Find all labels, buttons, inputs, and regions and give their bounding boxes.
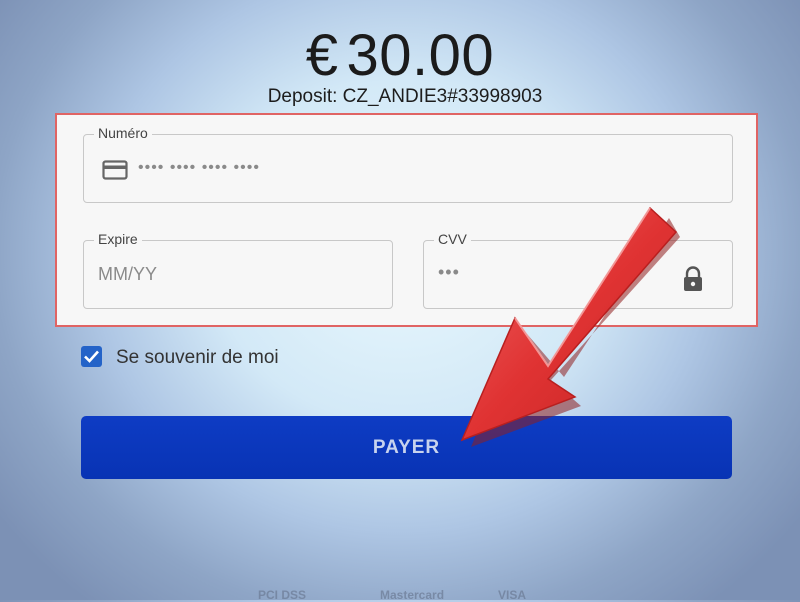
card-number-label: Numéro (94, 125, 152, 141)
cvv-field[interactable]: CVV ••• (423, 231, 733, 309)
card-form-highlight: Numéro •••• •••• •••• •••• Expire MM/YY … (55, 113, 758, 327)
card-number-field[interactable]: Numéro •••• •••• •••• •••• (83, 125, 733, 203)
expiry-input[interactable]: MM/YY (98, 264, 157, 285)
credit-card-icon (102, 159, 128, 186)
payment-badges: PCI DSS Mastercard VISA (250, 582, 550, 602)
amount-value: 30.00 (346, 23, 495, 88)
deposit-reference: Deposit: CZ_ANDIE3#33998903 (267, 86, 543, 107)
expiry-field[interactable]: Expire MM/YY (83, 231, 393, 309)
remember-me-label: Se souvenir de moi (116, 347, 279, 368)
remember-me-checkbox[interactable] (81, 346, 102, 367)
card-number-input[interactable]: •••• •••• •••• •••• (138, 159, 260, 177)
lock-icon (682, 266, 704, 297)
cvv-label: CVV (434, 231, 471, 247)
expiry-label: Expire (94, 231, 142, 247)
pay-button[interactable]: PAYER (81, 416, 732, 479)
pay-button-label: PAYER (372, 437, 441, 458)
payment-amount: €30.00 (0, 22, 800, 89)
cvv-input[interactable]: ••• (438, 262, 460, 283)
currency-symbol: € (305, 23, 339, 88)
checkmark-icon (84, 350, 99, 363)
